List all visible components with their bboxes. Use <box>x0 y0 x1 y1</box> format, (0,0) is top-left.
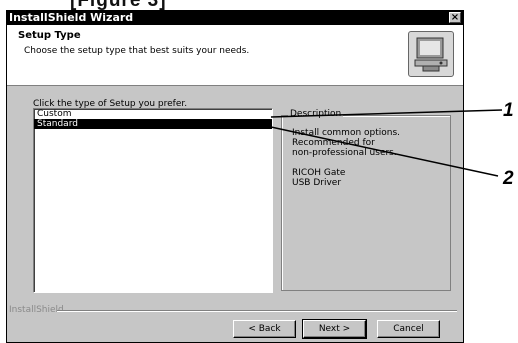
callout-line-1 <box>270 109 503 118</box>
callout-2: 2 <box>503 168 514 189</box>
callout-line-2 <box>270 126 499 177</box>
callout-leaders <box>270 109 503 177</box>
callout-1: 1 <box>503 100 514 121</box>
